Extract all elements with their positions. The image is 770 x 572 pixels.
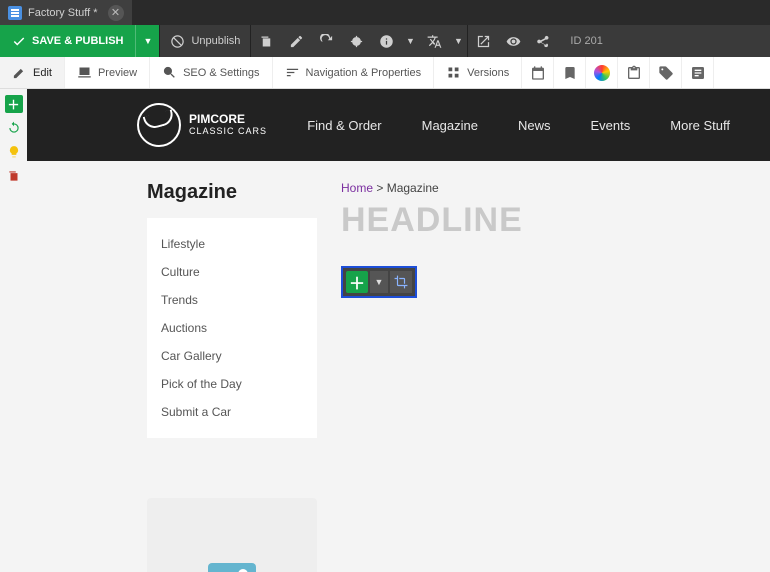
page-content: PIMCORE CLASSIC CARS Find & Order Magazi…	[27, 89, 770, 572]
unpublish-label: Unpublish	[191, 35, 240, 47]
unpublish-button[interactable]: Unpublish	[160, 25, 250, 57]
site-nav: Find & Order Magazine News Events More S…	[307, 118, 730, 133]
schedule-button[interactable]	[522, 57, 554, 88]
tab-seo-label: SEO & Settings	[183, 67, 259, 79]
notes-button[interactable]	[682, 57, 714, 88]
preview-eye-button[interactable]	[498, 25, 528, 57]
delete-button[interactable]	[251, 25, 281, 57]
tab-versions[interactable]: Versions	[434, 57, 522, 88]
image-icon	[208, 563, 256, 572]
open-external-button[interactable]	[468, 25, 498, 57]
image-placeholder[interactable]: ✕	[147, 498, 317, 572]
breadcrumb-sep: >	[373, 181, 387, 195]
trash-button[interactable]	[5, 167, 23, 185]
sidebar-item-lifestyle[interactable]: Lifestyle	[147, 230, 317, 258]
sidebar-item-pick[interactable]: Pick of the Day	[147, 370, 317, 398]
save-publish-button[interactable]: SAVE & PUBLISH	[0, 25, 135, 57]
site-logo[interactable]: PIMCORE CLASSIC CARS	[137, 103, 267, 147]
tab-strip: Factory Stuff * ✕	[0, 0, 770, 25]
tab-navprops[interactable]: Navigation & Properties	[273, 57, 435, 88]
save-block: SAVE & PUBLISH ▼	[0, 25, 159, 57]
sidebar: Magazine Lifestyle Culture Trends Auctio…	[147, 181, 317, 572]
rainbow-icon	[594, 65, 610, 81]
tab-edit[interactable]: Edit	[0, 57, 65, 88]
block-crop-button[interactable]	[390, 271, 412, 293]
main-column: Home > Magazine HEADLINE ＋ ▼	[341, 181, 730, 298]
logo-line2: CLASSIC CARS	[189, 127, 267, 137]
action-bar: SAVE & PUBLISH ▼ Unpublish ▼ ▼ ID 201	[0, 25, 770, 57]
translate-dropdown[interactable]: ▼	[449, 25, 467, 57]
save-dropdown-button[interactable]: ▼	[135, 25, 159, 57]
nav-magazine[interactable]: Magazine	[422, 118, 478, 133]
block-add-dropdown[interactable]: ▼	[370, 271, 388, 293]
tab-versions-label: Versions	[467, 67, 509, 79]
bookmark-button[interactable]	[554, 57, 586, 88]
sidebar-title: Magazine	[147, 181, 317, 204]
target-button[interactable]	[341, 25, 371, 57]
save-label: SAVE & PUBLISH	[32, 35, 123, 47]
info-button[interactable]	[371, 25, 401, 57]
tab-title: Factory Stuff *	[28, 7, 98, 19]
breadcrumb-home[interactable]: Home	[341, 181, 373, 195]
clipboard-button[interactable]	[618, 57, 650, 88]
secondary-toolbar: Edit Preview SEO & Settings Navigation &…	[0, 57, 770, 89]
site-header: PIMCORE CLASSIC CARS Find & Order Magazi…	[27, 89, 770, 161]
nav-find-order[interactable]: Find & Order	[307, 118, 381, 133]
sidebar-item-car-gallery[interactable]: Car Gallery	[147, 342, 317, 370]
tab-seo[interactable]: SEO & Settings	[150, 57, 272, 88]
tab-navprops-label: Navigation & Properties	[306, 67, 422, 79]
document-tab[interactable]: Factory Stuff * ✕	[0, 0, 132, 25]
info-dropdown[interactable]: ▼	[401, 25, 419, 57]
sidebar-menu: Lifestyle Culture Trends Auctions Car Ga…	[147, 218, 317, 438]
headline-editable[interactable]: HEADLINE	[341, 201, 730, 240]
nav-more[interactable]: More Stuff	[670, 118, 730, 133]
left-tool-strip: ＋	[0, 89, 27, 572]
logo-line1: PIMCORE	[189, 113, 267, 126]
translate-button[interactable]	[419, 25, 449, 57]
share-button[interactable]	[528, 25, 558, 57]
reload-button[interactable]	[311, 25, 341, 57]
sidebar-item-submit[interactable]: Submit a Car	[147, 398, 317, 426]
breadcrumb-current: Magazine	[387, 181, 439, 195]
edit-button[interactable]	[281, 25, 311, 57]
idea-button[interactable]	[5, 143, 23, 161]
nav-news[interactable]: News	[518, 118, 551, 133]
tab-edit-label: Edit	[33, 67, 52, 79]
marketing-button[interactable]	[586, 57, 618, 88]
logo-icon	[137, 103, 181, 147]
tab-preview[interactable]: Preview	[65, 57, 150, 88]
block-controls: ＋ ▼	[341, 266, 417, 298]
document-id-label: ID 201	[558, 25, 614, 57]
sync-button[interactable]	[5, 119, 23, 137]
tags-button[interactable]	[650, 57, 682, 88]
sidebar-item-trends[interactable]: Trends	[147, 286, 317, 314]
sidebar-item-culture[interactable]: Culture	[147, 258, 317, 286]
add-block-button[interactable]: ＋	[5, 95, 23, 113]
close-icon[interactable]: ✕	[108, 5, 124, 21]
breadcrumb: Home > Magazine	[341, 181, 730, 195]
tab-preview-label: Preview	[98, 67, 137, 79]
nav-events[interactable]: Events	[591, 118, 631, 133]
document-icon	[8, 6, 22, 20]
sidebar-item-auctions[interactable]: Auctions	[147, 314, 317, 342]
block-add-button[interactable]: ＋	[346, 271, 368, 293]
